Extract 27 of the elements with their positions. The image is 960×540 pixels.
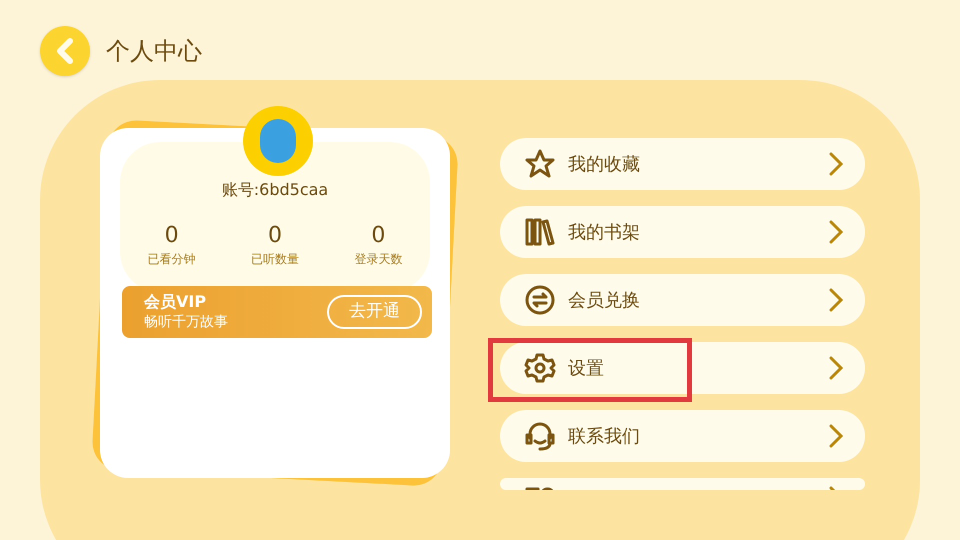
settings-icon — [524, 352, 556, 384]
books-icon — [524, 216, 556, 248]
chevron-right-icon — [829, 356, 843, 380]
stat-label: 登录天数 — [354, 251, 402, 268]
menu-item[interactable]: 会员兑换 — [500, 274, 865, 326]
stat-value: 0 — [371, 222, 386, 250]
back-button[interactable] — [40, 26, 90, 76]
stat-value: 0 — [164, 222, 179, 250]
menu-item[interactable]: 联系我们 — [500, 410, 865, 462]
star-icon — [524, 148, 556, 180]
vip-subtitle: 畅听千万故事 — [144, 313, 228, 332]
exchange-icon — [524, 284, 556, 316]
account-id: 账号:6bd5caa — [222, 179, 328, 201]
chevron-right-icon — [829, 152, 843, 176]
page-title: 个人中心 — [106, 36, 202, 67]
chevron-right-icon — [829, 288, 843, 312]
menu-item[interactable]: 我的收藏 — [500, 138, 865, 190]
menu-item[interactable]: 我的书架 — [500, 206, 865, 258]
stat-label: 已看分钟 — [148, 251, 196, 268]
stat-label: 已听数量 — [250, 251, 299, 268]
menu-item[interactable]: 设置 — [500, 342, 865, 394]
stat-value: 0 — [268, 222, 282, 250]
chevron-right-icon — [829, 220, 843, 244]
vip-title: 会员VIP — [144, 292, 208, 312]
headset-icon — [524, 420, 556, 452]
menu-item[interactable] — [500, 478, 865, 490]
chevron-right-icon — [829, 424, 843, 448]
